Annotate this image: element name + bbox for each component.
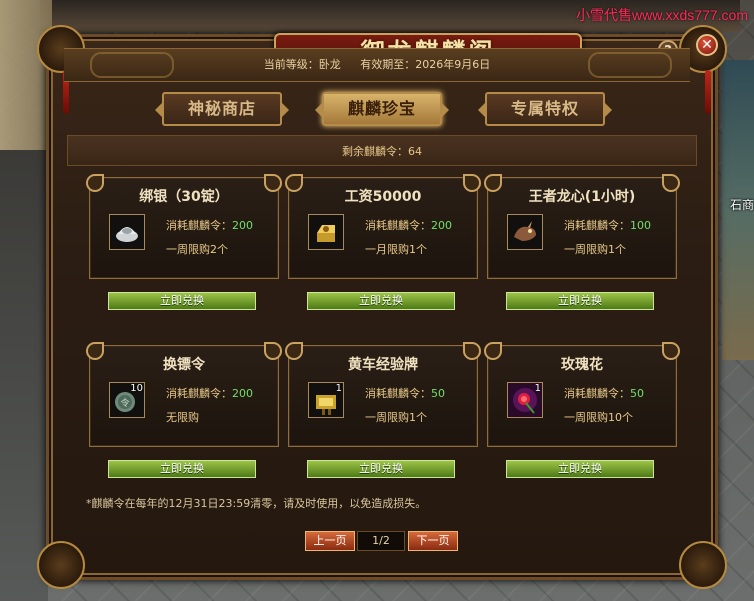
corner-ornament [37,541,85,589]
cost-label: 消耗麒麟令： [365,387,431,400]
purchase-limit: 一周限购2个 [166,243,228,256]
purchase-limit: 一周限购10个 [564,411,633,424]
item-card: 绑银（30锭） 消耗麒麟令：200 一周限购2个 [86,174,282,279]
item-title: 工资50000 [344,189,422,205]
item-card: 换镖令 令 10 消耗麒麟令：200 无限购 [86,342,282,447]
page-indicator: 1/2 [357,531,405,551]
cloud-ornament [90,52,174,78]
remaining-tokens-bar: 剩余麒麟令：64 [67,135,697,166]
left-wall [0,0,52,150]
svg-text:令: 令 [120,397,129,409]
expiry-date-text: 有效期至：2026年9月6日 [360,58,491,71]
item-quantity: 1 [335,383,342,394]
tab-exclusive-privilege[interactable]: 专属特权 [478,92,612,126]
purchase-limit: 一周限购1个 [365,411,427,424]
redeem-button[interactable]: 立即兑换 [307,292,455,310]
current-level-text: 当前等级：卧龙 [263,58,341,71]
item-quantity: 10 [130,383,143,394]
redeem-button[interactable]: 立即兑换 [307,460,455,478]
redeem-button[interactable]: 立即兑换 [506,292,654,310]
cost-value: 200 [232,219,253,232]
redeem-button[interactable]: 立即兑换 [506,460,654,478]
item-card: 黄车经验牌 1 消耗麒麟令：50 一周限购1个 [285,342,481,447]
item-card: 玫瑰花 1 消耗麒麟令：50 一周限购10个 [484,342,680,447]
item-card: 工资50000 消耗麒麟令：200 一月限购1个 [285,174,481,279]
item-title: 王者龙心(1小时) [528,189,636,205]
dragon-heart-icon[interactable] [507,214,543,250]
tassel-ornament [705,70,711,114]
cost-value: 100 [630,219,651,232]
purchase-limit: 无限购 [166,411,199,424]
watermark-text: 小雪代售www.xxds777.com [576,7,748,23]
reset-notice: *麒麟令在每年的12月31日23:59清零，请及时使用，以免造成损失。 [86,497,427,510]
escort-token-icon[interactable]: 令 10 [109,382,145,418]
next-page-button[interactable]: 下一页 [408,531,458,551]
item-quantity: 1 [534,383,541,394]
purchase-limit: 一月限购1个 [365,243,427,256]
cost-value: 50 [630,387,644,400]
cost-label: 消耗麒麟令： [365,219,431,232]
cost-row: 消耗麒麟令：200 [365,217,452,233]
purchase-limit: 一周限购1个 [564,243,626,256]
cost-row: 消耗麒麟令：50 [365,385,445,401]
cost-row: 消耗麒麟令：200 [166,385,253,401]
cost-row: 消耗麒麟令：200 [166,217,253,233]
cloud-ornament [588,52,672,78]
cost-label: 消耗麒麟令： [564,219,630,232]
salary-icon[interactable] [308,214,344,250]
item-card: 王者龙心(1小时) 消耗麒麟令：100 一周限购1个 [484,174,680,279]
cost-label: 消耗麒麟令： [564,387,630,400]
item-title: 玫瑰花 [561,357,603,373]
item-title: 换镖令 [163,357,205,373]
corner-ornament [679,541,727,589]
npc-name-label: 石商 [729,198,754,212]
item-title: 黄车经验牌 [348,357,418,373]
left-building [0,150,48,601]
cost-value: 200 [232,387,253,400]
tab-mystery-shop[interactable]: 神秘商店 [155,92,289,126]
tab-qilin-treasure[interactable]: 麒麟珍宝 [315,92,449,126]
cost-row: 消耗麒麟令：100 [564,217,651,233]
item-title: 绑银（30锭） [139,189,229,205]
cost-label: 消耗麒麟令： [166,219,232,232]
exp-plaque-icon[interactable]: 1 [308,382,344,418]
cost-value: 50 [431,387,445,400]
cost-label: 消耗麒麟令： [166,387,232,400]
close-button[interactable]: ✕ [696,34,718,56]
silver-ingot-icon[interactable] [109,214,145,250]
cost-row: 消耗麒麟令：50 [564,385,644,401]
cost-value: 200 [431,219,452,232]
rose-icon[interactable]: 1 [507,382,543,418]
redeem-button[interactable]: 立即兑换 [108,460,256,478]
prev-page-button[interactable]: 上一页 [305,531,355,551]
redeem-button[interactable]: 立即兑换 [108,292,256,310]
